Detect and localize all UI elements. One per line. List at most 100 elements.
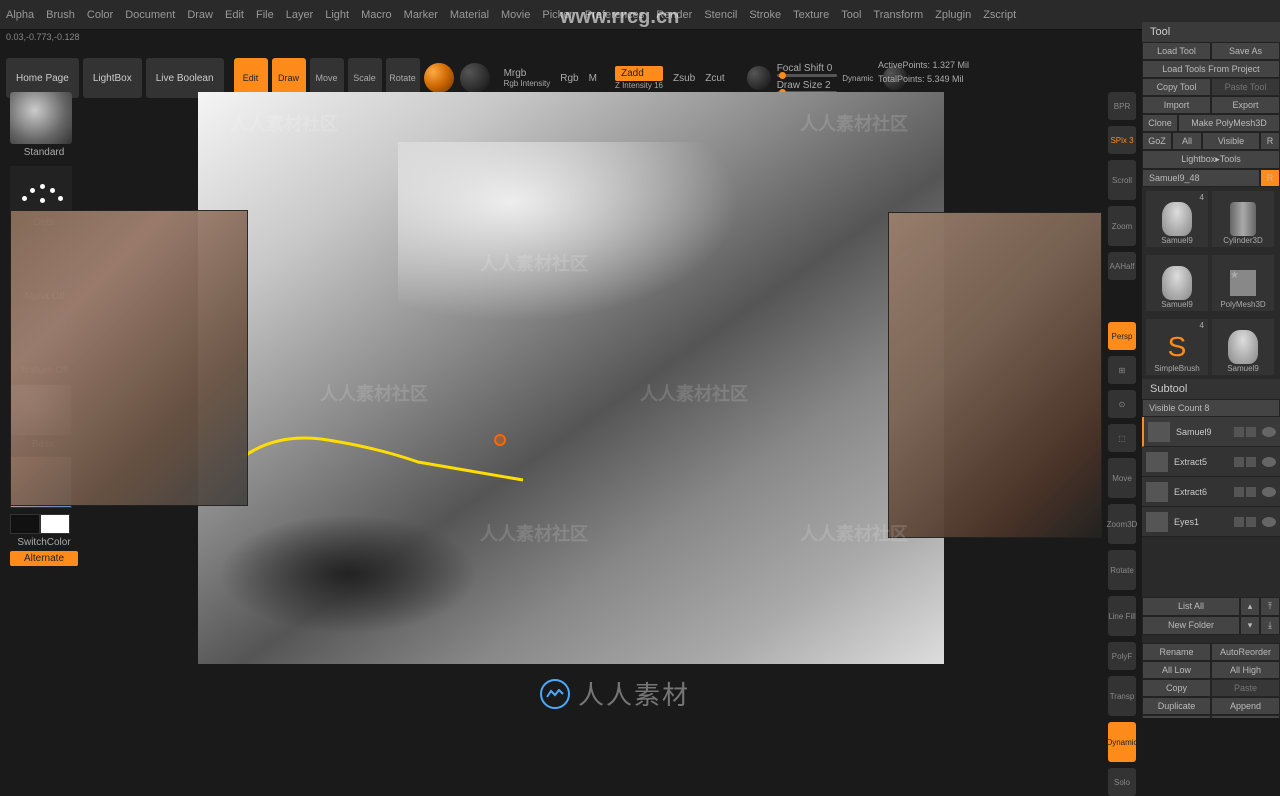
alternate-button[interactable]: Alternate (10, 551, 78, 566)
menu-movie[interactable]: Movie (501, 9, 530, 21)
menu-transform[interactable]: Transform (873, 9, 923, 21)
subtool-item-extract5[interactable]: Extract5 (1142, 447, 1280, 477)
load-project-button[interactable]: Load Tools From Project (1142, 60, 1280, 78)
s-curve-icon[interactable] (747, 66, 771, 90)
eye-icon[interactable] (1262, 427, 1276, 437)
save-as-button[interactable]: Save As (1211, 42, 1280, 60)
goz-button[interactable]: GoZ (1142, 132, 1172, 150)
dynamic-label[interactable]: Dynamic (842, 74, 873, 83)
menu-light[interactable]: Light (325, 9, 349, 21)
goz-visible-button[interactable]: Visible (1202, 132, 1260, 150)
linefill-button[interactable]: Line Fill (1108, 596, 1136, 636)
arrow-up-icon[interactable]: ▴ (1240, 597, 1260, 616)
menu-picker[interactable]: Picker (542, 9, 573, 21)
delete-button[interactable]: Delete (1142, 715, 1211, 718)
make-polymesh-button[interactable]: Make PolyMesh3D (1178, 114, 1280, 132)
new-folder-button[interactable]: New Folder (1142, 616, 1240, 635)
copy-button[interactable]: Copy (1142, 679, 1211, 697)
zoom-button[interactable]: Zoom (1108, 206, 1136, 246)
menu-macro[interactable]: Macro (361, 9, 392, 21)
eye-icon[interactable] (1262, 457, 1276, 467)
eye-icon[interactable] (1262, 517, 1276, 527)
tool-thumb-polymesh3d[interactable]: ★PolyMesh3D (1212, 255, 1274, 311)
menu-tool[interactable]: Tool (841, 9, 861, 21)
load-tool-button[interactable]: Load Tool (1142, 42, 1211, 60)
tool-thumb-cylinder3d[interactable]: Cylinder3D (1212, 191, 1274, 247)
tool-thumb-samuel9-2[interactable]: Samuel9 (1146, 255, 1208, 311)
subtool-header[interactable]: Subtool (1142, 379, 1280, 399)
import-button[interactable]: Import (1142, 96, 1211, 114)
gizmo-sphere-icon[interactable] (424, 63, 454, 93)
list-all-button[interactable]: List All (1142, 597, 1240, 616)
tool-panel-header[interactable]: Tool (1142, 22, 1280, 42)
paste-button[interactable]: Paste (1211, 679, 1280, 697)
reference-image-left[interactable] (10, 210, 248, 506)
color-swatch-black[interactable] (10, 514, 40, 534)
scroll-button[interactable]: Scroll (1108, 160, 1136, 200)
goz-r-button[interactable]: R (1260, 132, 1280, 150)
paste-tool-button[interactable]: Paste Tool (1211, 78, 1280, 96)
rename-button[interactable]: Rename (1142, 643, 1211, 661)
lightbox-tools-button[interactable]: Lightbox▸Tools (1142, 150, 1280, 169)
tool-thumb-samuel9[interactable]: 4Samuel9 (1146, 191, 1208, 247)
subtool-item-samuel9[interactable]: Samuel9 (1142, 417, 1280, 447)
menu-color[interactable]: Color (87, 9, 113, 21)
menu-draw[interactable]: Draw (187, 9, 213, 21)
arrow-bottom-icon[interactable]: ⤓ (1260, 616, 1280, 635)
mrgb-button[interactable]: Mrgb (504, 68, 551, 79)
subtool-item-eyes1[interactable]: Eyes1 (1142, 507, 1280, 537)
lightbox-button[interactable]: LightBox (83, 58, 142, 98)
arrow-down-icon[interactable]: ▾ (1240, 616, 1260, 635)
menu-texture[interactable]: Texture (793, 9, 829, 21)
aahalf-button[interactable]: AAHalf (1108, 252, 1136, 280)
zsub-button[interactable]: Zsub (673, 73, 695, 84)
duplicate-button[interactable]: Duplicate (1142, 697, 1211, 715)
menu-zscript[interactable]: Zscript (983, 9, 1016, 21)
menu-brush[interactable]: Brush (46, 9, 75, 21)
export-button[interactable]: Export (1211, 96, 1280, 114)
current-tool-label[interactable]: Samuel9_48 (1142, 169, 1260, 187)
menu-material[interactable]: Material (450, 9, 489, 21)
stroke-dots-icon[interactable] (10, 166, 72, 214)
color-swatch-white[interactable] (40, 514, 70, 534)
tool-thumb-simplebrush[interactable]: S4SimpleBrush (1146, 319, 1208, 375)
solo-button[interactable]: Solo (1108, 768, 1136, 796)
persp-button[interactable]: Persp (1108, 322, 1136, 350)
move3d-button[interactable]: Move (1108, 458, 1136, 498)
goz-all-button[interactable]: All (1172, 132, 1202, 150)
rgb-button[interactable]: Rgb (560, 73, 578, 84)
z-intensity-label[interactable]: Z Intensity 16 (615, 81, 663, 90)
frame-button[interactable]: ⬚ (1108, 424, 1136, 452)
all-high-button[interactable]: All High (1211, 661, 1280, 679)
sculpt-viewport[interactable] (198, 92, 944, 664)
focal-shift-label[interactable]: Focal Shift 0 (777, 63, 833, 74)
brush-preview-icon[interactable] (10, 92, 72, 144)
menu-alpha[interactable]: Alpha (6, 9, 34, 21)
menu-render[interactable]: Render (656, 9, 692, 21)
tool-thumb-samuel9-3[interactable]: Samuel9 (1212, 319, 1274, 375)
zadd-button[interactable]: Zadd (615, 66, 663, 81)
menu-zplugin[interactable]: Zplugin (935, 9, 971, 21)
reference-image-right[interactable] (888, 212, 1102, 538)
dynamic-button[interactable]: Dynamic (1108, 722, 1136, 762)
spix-label[interactable]: SPix 3 (1108, 126, 1136, 154)
all-low-button[interactable]: All Low (1142, 661, 1211, 679)
m-button[interactable]: M (589, 73, 597, 84)
rotate3d-button[interactable]: Rotate (1108, 550, 1136, 590)
zcut-button[interactable]: Zcut (705, 73, 724, 84)
menu-layer[interactable]: Layer (286, 9, 314, 21)
current-tool-r-button[interactable]: R (1260, 169, 1280, 187)
focal-shift-slider[interactable] (777, 74, 837, 77)
menu-preferences[interactable]: Preferences (585, 9, 644, 21)
floor-button[interactable]: ⊞ (1108, 356, 1136, 384)
menu-file[interactable]: File (256, 9, 274, 21)
copy-tool-button[interactable]: Copy Tool (1142, 78, 1211, 96)
auto-reorder-button[interactable]: AutoReorder (1211, 643, 1280, 661)
bpr-button[interactable]: BPR (1108, 92, 1136, 120)
local-button[interactable]: ⊙ (1108, 390, 1136, 418)
menu-stroke[interactable]: Stroke (749, 9, 781, 21)
eye-icon[interactable] (1262, 487, 1276, 497)
polyf-button[interactable]: PolyF (1108, 642, 1136, 670)
menu-edit[interactable]: Edit (225, 9, 244, 21)
menu-stencil[interactable]: Stencil (704, 9, 737, 21)
